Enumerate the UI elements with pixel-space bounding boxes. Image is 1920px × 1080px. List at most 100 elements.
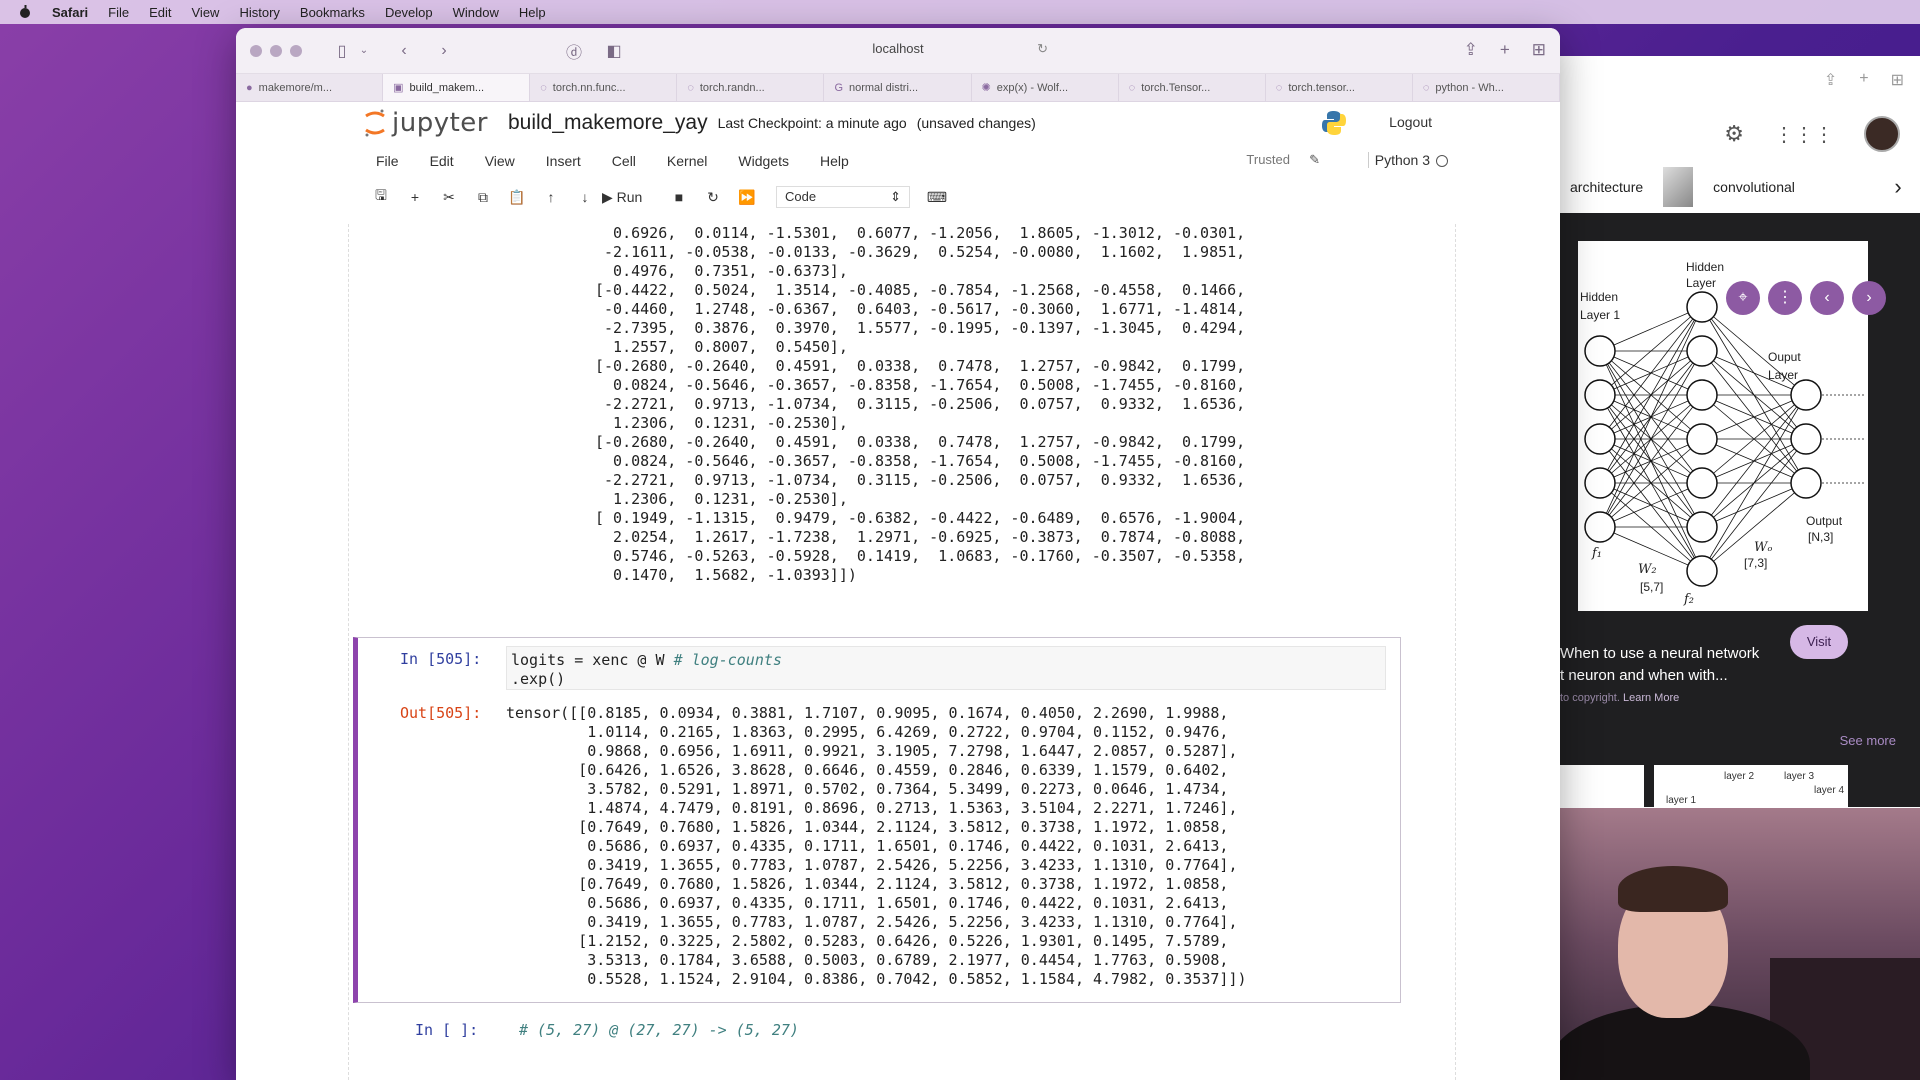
pencil-icon[interactable]: ✎ bbox=[1309, 152, 1320, 168]
address-text: localhost bbox=[872, 41, 924, 56]
chevron-left-icon[interactable]: ‹ bbox=[1810, 281, 1844, 315]
chevron-right-icon[interactable]: › bbox=[1852, 281, 1886, 315]
jupyter-logo[interactable]: jupyter bbox=[364, 108, 488, 138]
menubar-app-name[interactable]: Safari bbox=[52, 5, 88, 20]
menubar-item-history[interactable]: History bbox=[239, 5, 279, 20]
menu-edit[interactable]: Edit bbox=[430, 153, 454, 169]
new-tab-icon[interactable]: + bbox=[1859, 70, 1868, 92]
nn-node bbox=[1686, 511, 1718, 543]
menubar-item-window[interactable]: Window bbox=[453, 5, 499, 20]
search-chips: architecture convolutional › bbox=[1560, 162, 1920, 212]
menubar-item-edit[interactable]: Edit bbox=[149, 5, 171, 20]
checkpoint-status: Last Checkpoint: a minute ago bbox=[717, 115, 907, 131]
fast-forward-icon[interactable]: ⏩ bbox=[730, 189, 764, 206]
tab-torch-tensor-2[interactable]: ◌ torch.tensor... bbox=[1266, 74, 1413, 101]
menu-insert[interactable]: Insert bbox=[546, 153, 581, 169]
notebook-name[interactable]: build_makemore_yay bbox=[508, 111, 708, 135]
more-options-icon[interactable]: ⋮ bbox=[1768, 281, 1802, 315]
address-bar[interactable]: localhost ↻ bbox=[748, 41, 1048, 56]
tab-makemore[interactable]: ● makemore/m... bbox=[236, 74, 384, 101]
label-output-layer: Ouput bbox=[1768, 350, 1801, 364]
tab-python[interactable]: ◌ python - Wh... bbox=[1413, 74, 1560, 101]
shield-icon[interactable]: ◧ bbox=[604, 41, 624, 61]
tab-label: torch.nn.func... bbox=[552, 81, 626, 94]
select-arrows-icon: ⇕ bbox=[890, 189, 901, 204]
safari-window: ▯ ⌄ ‹ › ⓓ ◧ localhost ↻ ⇪ + ⊞ ● makemore/… bbox=[236, 28, 1560, 1080]
menu-kernel[interactable]: Kernel bbox=[667, 153, 707, 169]
sidebar-icon[interactable]: ▯ bbox=[332, 41, 352, 61]
close-window-icon[interactable] bbox=[250, 44, 262, 57]
tab-overview-icon[interactable]: ⊞ bbox=[1532, 40, 1546, 60]
tab-torch-randn[interactable]: ◌ torch.randn... bbox=[677, 74, 825, 101]
move-up-icon[interactable]: ↑ bbox=[534, 189, 568, 205]
nn-node bbox=[1790, 467, 1822, 499]
menu-cell[interactable]: Cell bbox=[612, 153, 636, 169]
github-icon: ● bbox=[246, 81, 253, 94]
zoom-window-icon[interactable] bbox=[290, 44, 302, 57]
tab-wolfram[interactable]: ✺ exp(x) - Wolf... bbox=[972, 74, 1119, 101]
menu-view[interactable]: View bbox=[485, 153, 515, 169]
output-prompt: Out[505]: bbox=[400, 704, 482, 722]
visit-button[interactable]: Visit bbox=[1790, 625, 1848, 659]
image-caption[interactable]: When to use a neural network t neuron an… bbox=[1560, 643, 1820, 687]
menu-file[interactable]: File bbox=[376, 153, 399, 169]
menubar-item-help[interactable]: Help bbox=[519, 5, 546, 20]
lens-icon[interactable]: ⌖ bbox=[1726, 281, 1760, 315]
chevron-down-icon[interactable]: ⌄ bbox=[354, 45, 374, 56]
restart-icon[interactable]: ↻ bbox=[696, 189, 730, 206]
menubar-item-file[interactable]: File bbox=[108, 5, 129, 20]
kernel-name[interactable]: Python 3 bbox=[1367, 152, 1430, 168]
next-cell-code[interactable]: # (5, 27) @ (27, 27) -> (5, 27) bbox=[519, 1021, 799, 1040]
tab-torch-tensor[interactable]: ◌ torch.Tensor... bbox=[1119, 74, 1266, 101]
apple-icon[interactable] bbox=[18, 5, 32, 19]
stop-icon[interactable]: ■ bbox=[662, 189, 696, 205]
tab-torch-nn-func[interactable]: ◌ torch.nn.func... bbox=[530, 74, 678, 101]
menubar-item-develop[interactable]: Develop bbox=[385, 5, 433, 20]
see-more-link[interactable]: See more bbox=[1840, 733, 1896, 748]
chevron-right-icon[interactable]: › bbox=[1876, 162, 1920, 212]
menu-help[interactable]: Help bbox=[820, 153, 849, 169]
trusted-indicator[interactable]: Trusted bbox=[1246, 152, 1290, 167]
new-tab-icon[interactable]: + bbox=[1500, 40, 1510, 60]
menubar-item-view[interactable]: View bbox=[192, 5, 220, 20]
add-cell-icon[interactable]: + bbox=[398, 189, 432, 205]
nn-connection bbox=[1701, 394, 1807, 528]
copyright-notice: to copyright. Learn More bbox=[1560, 692, 1679, 704]
avatar[interactable] bbox=[1864, 116, 1900, 152]
cell-type-select[interactable]: Code ⇕ bbox=[776, 186, 910, 208]
code-cell-505[interactable]: In [505]: logits = xenc @ W # log-counts… bbox=[353, 637, 1401, 1003]
jupyter-toolbar: 🖫 + ✂ ⧉ 📋 ↑ ↓ ▶ Run ■ ↻ ⏩ Code ⇕ ⌨ bbox=[236, 178, 1560, 216]
learn-more-link[interactable]: Learn More bbox=[1623, 692, 1679, 704]
forward-icon[interactable]: › bbox=[434, 42, 454, 60]
share-icon[interactable]: ⇪ bbox=[1824, 70, 1837, 92]
apps-grid-icon[interactable]: ⋮⋮⋮ bbox=[1774, 122, 1834, 147]
cut-icon[interactable]: ✂ bbox=[432, 189, 466, 206]
menubar-item-bookmarks[interactable]: Bookmarks bbox=[300, 5, 365, 20]
nn-node bbox=[1584, 467, 1616, 499]
keyboard-icon[interactable]: ⌨ bbox=[920, 189, 954, 206]
nn-node bbox=[1686, 467, 1718, 499]
back-icon[interactable]: ‹ bbox=[394, 42, 414, 60]
chip-convolutional[interactable]: convolutional bbox=[1713, 179, 1795, 195]
menu-widgets[interactable]: Widgets bbox=[738, 153, 789, 169]
copy-icon[interactable]: ⧉ bbox=[466, 189, 500, 206]
code-editor[interactable]: logits = xenc @ W # log-counts .exp() bbox=[506, 646, 1386, 690]
gear-icon[interactable]: ⚙ bbox=[1724, 121, 1744, 147]
minimize-window-icon[interactable] bbox=[270, 44, 282, 57]
reload-icon[interactable]: ↻ bbox=[1037, 41, 1048, 57]
chip-architecture[interactable]: architecture bbox=[1570, 179, 1643, 195]
run-button[interactable]: ▶ Run bbox=[602, 189, 662, 206]
neural-network-diagram[interactable]: Hidden Layer 1 Hidden Layer Ouput Layer … bbox=[1578, 241, 1886, 611]
tab-overview-icon[interactable]: ⊞ bbox=[1891, 70, 1904, 92]
tab-build-makemore[interactable]: ▣ build_makem... bbox=[383, 74, 531, 101]
logout-button[interactable]: Logout bbox=[1389, 114, 1432, 130]
paste-icon[interactable]: 📋 bbox=[500, 189, 534, 206]
save-icon[interactable]: 🖫 bbox=[364, 185, 398, 209]
tab-label: torch.randn... bbox=[699, 81, 765, 94]
python-logo-icon bbox=[1322, 111, 1346, 135]
macos-menubar: Safari File Edit View History Bookmarks … bbox=[0, 0, 1920, 24]
share-icon[interactable]: ⇪ bbox=[1464, 40, 1478, 60]
tab-normal-distribution[interactable]: Gnormal distri... bbox=[824, 74, 972, 101]
move-down-icon[interactable]: ↓ bbox=[568, 189, 602, 205]
privacy-icon[interactable]: ⓓ bbox=[564, 39, 584, 63]
